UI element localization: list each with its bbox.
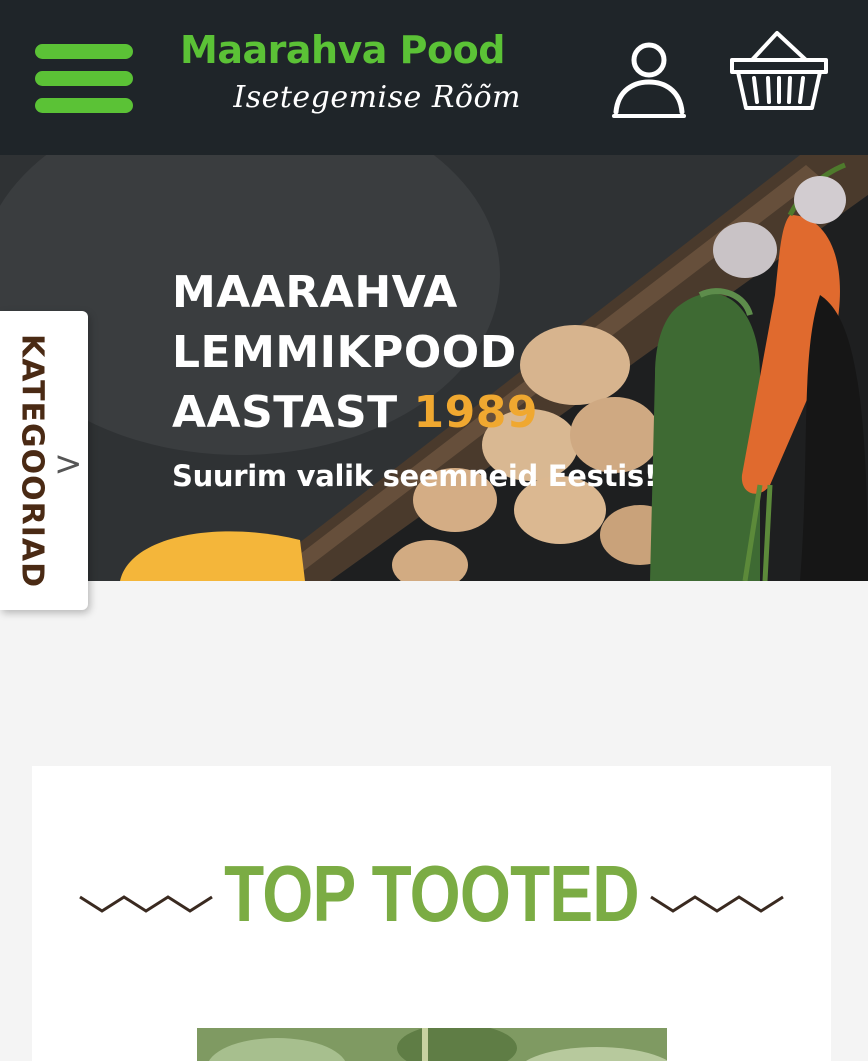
hero-year: 1989 xyxy=(413,387,538,438)
product-image[interactable] xyxy=(197,1028,667,1061)
menu-bar xyxy=(35,98,133,113)
site-logo[interactable]: Maarahva Pood Isetegemise Rõõm xyxy=(180,28,525,128)
site-header: Maarahva Pood Isetegemise Rõõm xyxy=(0,0,868,155)
product-image-foliage xyxy=(197,1028,667,1061)
menu-bar xyxy=(35,44,133,59)
top-products-section: TOP TOOTED xyxy=(32,766,831,1061)
user-icon[interactable] xyxy=(610,40,688,120)
hero-banner: MAARAHVA LEMMIKPOOD AASTAST 1989 Suurim … xyxy=(0,155,868,581)
hero-heading-prefix: AASTAST xyxy=(172,387,398,438)
logo-tagline: Isetegemise Rõõm xyxy=(233,80,521,115)
hamburger-menu-icon[interactable] xyxy=(35,44,133,114)
chevron-right-icon[interactable]: > xyxy=(54,444,83,484)
hero-heading: MAARAHVA LEMMIKPOOD AASTAST 1989 xyxy=(172,263,692,443)
logo-title: Maarahva Pood xyxy=(180,28,505,72)
menu-bar xyxy=(35,71,133,86)
hero-heading-line: AASTAST 1989 xyxy=(172,383,692,443)
hero-heading-line: LEMMIKPOOD xyxy=(172,327,517,378)
basket-icon[interactable] xyxy=(728,30,830,114)
categories-tab-label: KATEGOORIAD xyxy=(14,333,50,589)
hero-heading-line: MAARAHVA xyxy=(172,267,458,318)
hero-subheading: Suurim valik seemneid Eestis! xyxy=(172,459,657,493)
zigzag-divider-icon xyxy=(650,895,784,913)
hero-text: MAARAHVA LEMMIKPOOD AASTAST 1989 Suurim … xyxy=(172,263,692,493)
